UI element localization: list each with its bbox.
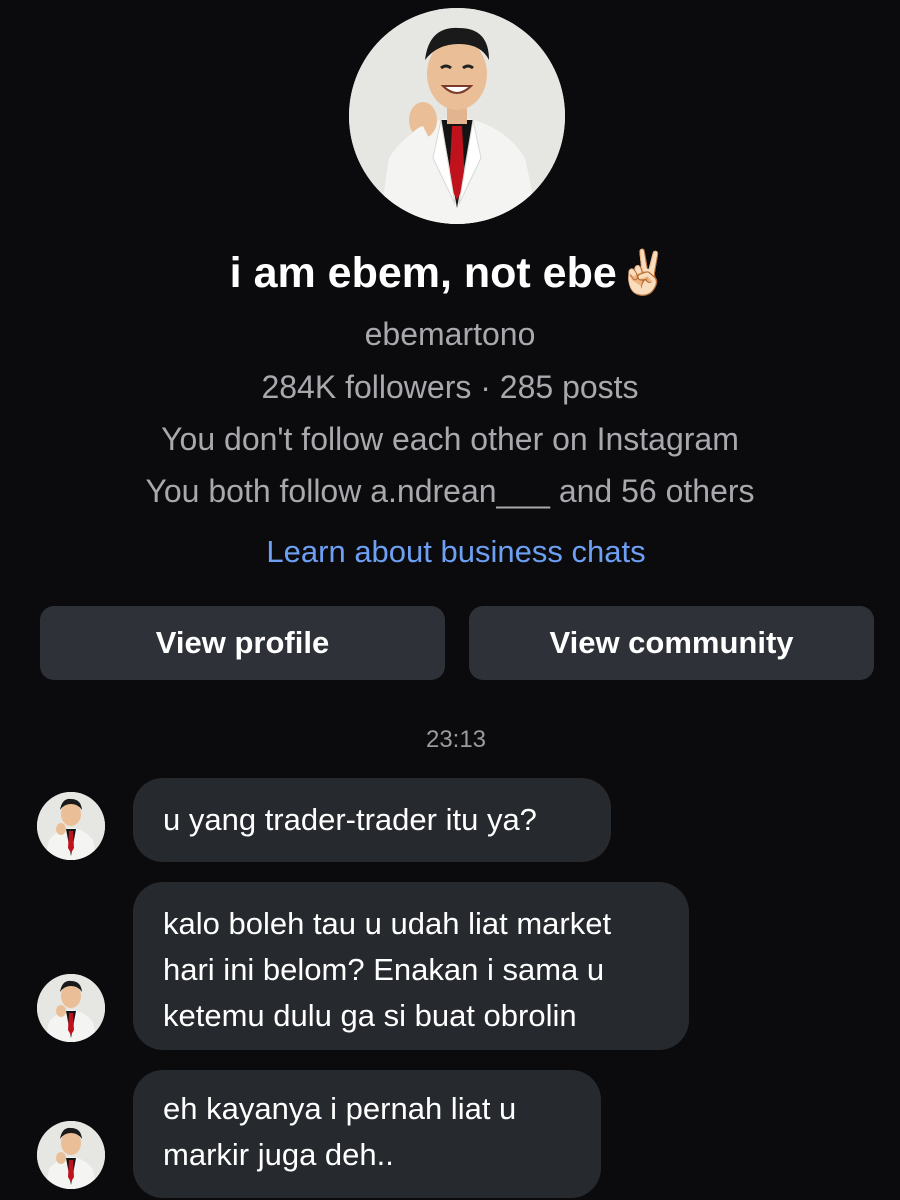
message-timestamp: 23:13 — [425, 726, 487, 753]
username: ebemartono — [364, 316, 536, 352]
message-bubble[interactable]: u yang trader-trader itu ya? — [133, 778, 611, 862]
learn-business-chats-link[interactable]: Learn about business chats — [0, 534, 900, 570]
avatar-illustration — [37, 792, 105, 860]
chat-screen: i am ebem, not ebe✌🏻 ebemartono 284K fol… — [0, 0, 900, 1200]
message-text: ketemu dulu ga si buat obrolin — [163, 998, 577, 1033]
message-bubble[interactable]: kalo boleh tau u udah liat market hari i… — [133, 882, 689, 1050]
sender-avatar[interactable] — [37, 1121, 105, 1189]
message-text: eh kayanya i pernah liat u — [163, 1091, 517, 1126]
message-text: hari ini belom? Enakan i sama u — [163, 952, 605, 987]
follow-status: You don't follow each other on Instagram — [161, 421, 739, 457]
message-text: markir juga deh.. — [163, 1137, 394, 1172]
display-name: i am ebem, not ebe✌🏻 — [229, 249, 671, 297]
mutual-follow-info: You both follow a.ndrean___ and 56 other… — [145, 473, 755, 509]
view-community-button[interactable]: View community — [469, 606, 874, 680]
message-text: kalo boleh tau u udah liat market — [163, 906, 612, 941]
profile-photo-illustration — [349, 8, 565, 224]
avatar-illustration — [37, 1121, 105, 1189]
profile-photo[interactable] — [349, 8, 565, 224]
sender-avatar[interactable] — [37, 792, 105, 860]
message-text: u yang trader-trader itu ya? — [163, 802, 537, 837]
view-profile-button[interactable]: View profile — [40, 606, 445, 680]
message-bubble[interactable]: eh kayanya i pernah liat u markir juga d… — [133, 1070, 601, 1198]
follower-stats: 284K followers · 285 posts — [261, 369, 639, 405]
sender-avatar[interactable] — [37, 974, 105, 1042]
avatar-illustration — [37, 974, 105, 1042]
